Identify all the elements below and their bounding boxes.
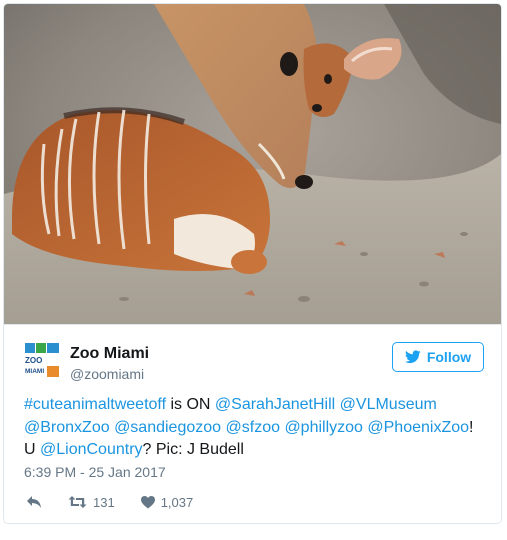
mention-link[interactable]: @sandiegozoo — [114, 419, 221, 436]
zoo-miami-logo: ZOO MIAMI — [24, 342, 60, 378]
mention-link[interactable]: @BronxZoo — [24, 419, 110, 436]
retweet-button[interactable]: 131 — [68, 495, 115, 510]
tweet-header: ZOO MIAMI Zoo Miami @zoomiami Follow — [24, 338, 484, 382]
tweet-photo[interactable] — [4, 4, 501, 325]
mention-link[interactable]: @LionCountry — [40, 441, 143, 458]
bird-icon — [404, 350, 421, 364]
tweet-timestamp[interactable]: 6:39 PM - 25 Jan 2017 — [24, 464, 166, 480]
retweet-count: 131 — [93, 494, 115, 510]
svg-text:ZOO: ZOO — [25, 356, 42, 365]
avatar[interactable]: ZOO MIAMI — [24, 342, 60, 378]
heart-icon — [140, 495, 155, 508]
retweet-icon — [68, 496, 87, 508]
tweet-card: ZOO MIAMI Zoo Miami @zoomiami Follow #cu… — [3, 3, 502, 524]
follow-label: Follow — [426, 349, 472, 365]
mention-link[interactable]: @sfzoo — [226, 419, 280, 436]
svg-text:MIAMI: MIAMI — [25, 368, 44, 375]
mention-link[interactable]: @VLMuseum — [340, 396, 437, 413]
photo-bongo-calf-and-mother — [4, 4, 501, 324]
mention-link[interactable]: @phillyzoo — [284, 419, 363, 436]
like-button[interactable]: 1,037 — [140, 494, 194, 510]
like-count: 1,037 — [160, 494, 194, 510]
tweet-actions: 131 1,037 — [26, 492, 219, 512]
mention-link[interactable]: @PhoenixZoo — [367, 419, 469, 436]
screen-name[interactable]: @zoomiami — [70, 365, 149, 383]
user-names[interactable]: Zoo Miami @zoomiami — [70, 344, 149, 383]
mention-link[interactable]: @SarahJanetHill — [215, 396, 335, 413]
tweet-text-segment: ? Pic: J Budell — [142, 441, 244, 458]
hashtag-link[interactable]: #cuteanimaltweetoff — [24, 396, 166, 413]
reply-button[interactable] — [26, 495, 42, 509]
follow-button[interactable]: Follow — [392, 342, 484, 372]
tweet-text-segment: is ON — [166, 396, 215, 413]
reply-icon — [27, 496, 41, 508]
display-name[interactable]: Zoo Miami — [70, 344, 149, 363]
tweet-text: #cuteanimaltweetoff is ON @SarahJanetHil… — [24, 394, 484, 462]
